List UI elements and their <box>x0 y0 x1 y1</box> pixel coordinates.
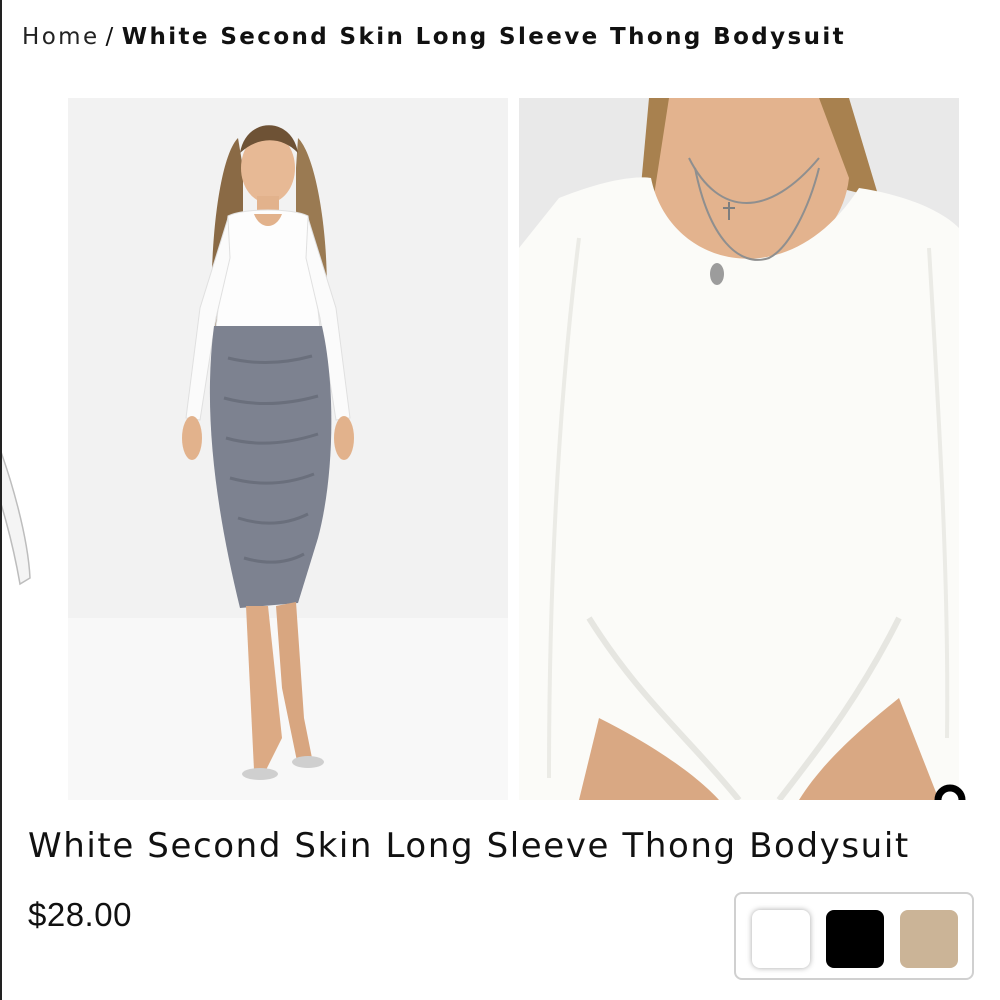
swatch-black[interactable] <box>826 910 884 968</box>
previous-image-peek[interactable] <box>2 98 42 800</box>
product-page: Home / White Second Skin Long Sleeve Thong… <box>0 0 1000 1000</box>
share-icon <box>934 784 966 800</box>
product-price: $28.00 <box>28 896 132 933</box>
swatch-nude[interactable] <box>900 910 958 968</box>
swatch-white[interactable] <box>752 910 810 968</box>
color-swatch-group <box>734 892 974 980</box>
share-button[interactable] <box>886 782 972 800</box>
product-image-1[interactable] <box>68 98 508 800</box>
product-image-carousel[interactable] <box>2 98 1000 800</box>
breadcrumb-current: White Second Skin Long Sleeve Thong Body… <box>121 24 847 50</box>
product-title: White Second Skin Long Sleeve Thong Body… <box>28 826 910 866</box>
breadcrumb: Home / White Second Skin Long Sleeve Thong… <box>22 24 846 50</box>
breadcrumb-separator: / <box>105 24 116 50</box>
breadcrumb-home-link[interactable]: Home <box>22 24 100 50</box>
product-image-2[interactable] <box>519 98 959 800</box>
